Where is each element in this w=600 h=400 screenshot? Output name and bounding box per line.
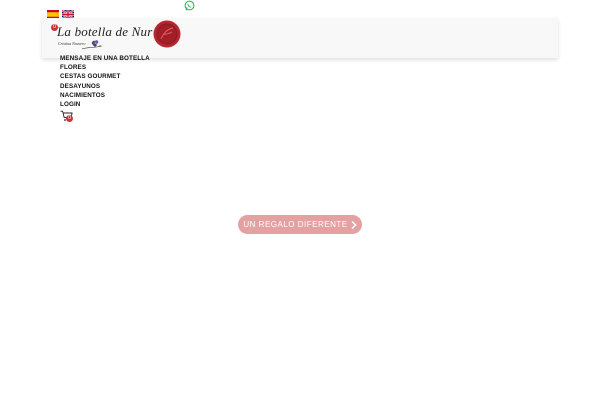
cta-label: UN REGALO DIFERENTE [243, 220, 348, 229]
nav-item-cestas[interactable]: CESTAS GOURMET [60, 72, 150, 81]
main-nav: MENSAJE EN UNA BOTELLA FLORES CESTAS GOU… [60, 54, 150, 109]
nav-item-mensaje[interactable]: MENSAJE EN UNA BOTELLA [60, 54, 150, 63]
wax-seal-icon [153, 20, 181, 48]
nav-item-nacimientos[interactable]: NACIMIENTOS [60, 91, 150, 100]
site-logo[interactable]: La botella de Nur Cristina Navarro [57, 19, 183, 53]
whatsapp-icon[interactable] [184, 0, 195, 11]
nav-item-login[interactable]: LOGIN [60, 100, 150, 109]
chevron-right-icon [351, 220, 357, 229]
nav-item-desayunos[interactable]: DESAYUNOS [60, 82, 150, 91]
nav-item-flores[interactable]: FLORES [60, 63, 150, 72]
violet-flower-icon [82, 40, 102, 50]
logo-title: La botella de Nur [57, 24, 153, 39]
cta-button[interactable]: UN REGALO DIFERENTE [238, 215, 362, 234]
cart-badge: 0 [66, 115, 73, 122]
